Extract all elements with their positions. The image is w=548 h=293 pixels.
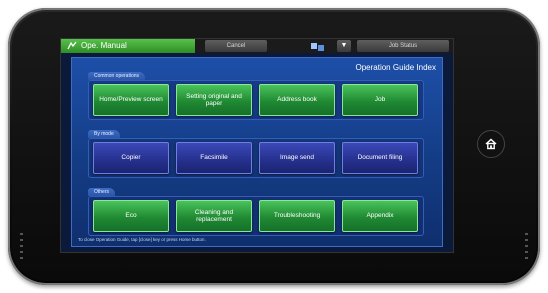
footer-instruction: To close Operation Guide, tap [close] ke… [78,237,206,242]
appendix-button[interactable]: Appendix [342,200,418,232]
network-status-icon [311,43,324,51]
speaker-grille-right [525,233,528,263]
touch-screen: Ope. Manual Cancel ▼ Job Status Operatio… [60,38,454,253]
home-icon [485,138,497,150]
document-filing-button[interactable]: Document filing [342,142,418,174]
setting-original-paper-button[interactable]: Setting original and paper [176,84,252,116]
job-button[interactable]: Job [342,84,418,116]
section-label-by-mode: By mode [88,130,120,138]
image-send-button[interactable]: Image send [259,142,335,174]
eco-button[interactable]: Eco [93,200,169,232]
cleaning-replacement-button[interactable]: Cleaning and replacement [176,200,252,232]
page-title: Operation Guide Index [355,63,437,72]
section-others: Eco Cleaning and replacement Troubleshoo… [88,196,424,236]
manual-icon [67,41,77,50]
troubleshooting-button[interactable]: Troubleshooting [259,200,335,232]
facsimile-button[interactable]: Facsimile [176,142,252,174]
status-dropdown-button[interactable]: ▼ [337,40,351,52]
section-label-common-operations: Common operations [88,72,146,80]
section-label-others: Others [88,188,116,196]
speaker-grille-left [20,233,23,263]
address-book-button[interactable]: Address book [259,84,335,116]
cancel-button[interactable]: Cancel [205,40,267,52]
manual-title-tab: Ope. Manual [61,39,195,53]
copier-button[interactable]: Copier [93,142,169,174]
job-status-button[interactable]: Job Status [357,40,449,52]
section-by-mode: Copier Facsimile Image send Document fil… [88,138,424,178]
section-common-operations: Home/Preview screen Setting original and… [88,80,424,120]
guide-index-panel: Operation Guide Index Common operations … [71,57,443,247]
manual-title: Ope. Manual [81,41,127,50]
home-key-button[interactable] [477,130,505,158]
home-preview-screen-button[interactable]: Home/Preview screen [93,84,169,116]
